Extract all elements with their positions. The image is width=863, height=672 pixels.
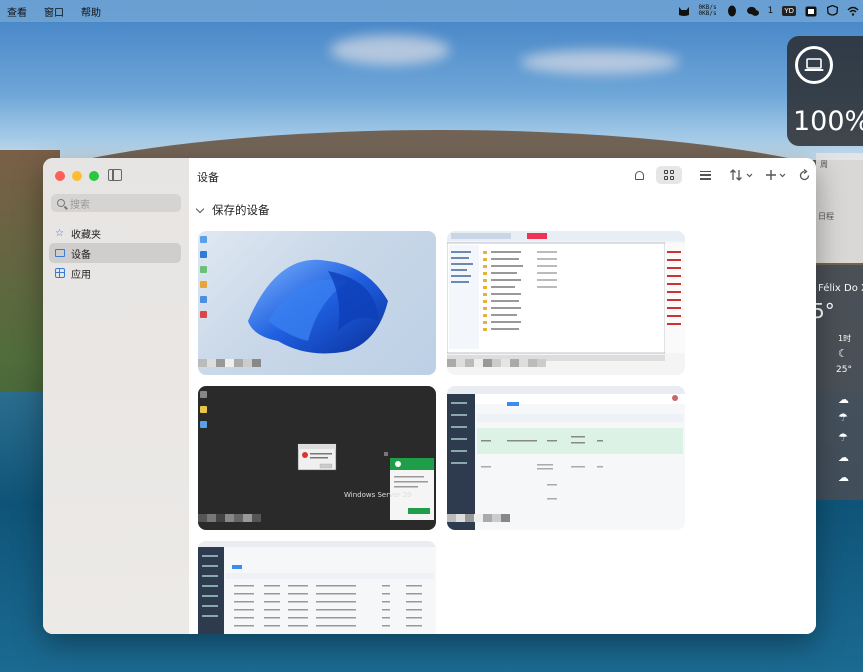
monitor-icon: [54, 248, 65, 259]
grid-view-button[interactable]: [656, 166, 682, 184]
search-field[interactable]: 搜索: [51, 194, 181, 212]
sort-button[interactable]: [728, 166, 754, 184]
search-icon: [57, 199, 65, 207]
chevron-down-icon: [195, 204, 205, 213]
toolbar-area: 设备: [189, 158, 816, 192]
windows-11-bloom-image: [248, 259, 388, 354]
web-admin-screenshot: [447, 386, 685, 530]
main-content: 设备 保存的设备 Windows Server 20: [189, 158, 816, 634]
rain-icon: ☂: [838, 431, 848, 444]
page-title: 设备: [197, 171, 219, 184]
list-icon: [699, 170, 711, 180]
sidebar-item-apps[interactable]: 应用: [49, 263, 181, 283]
menu-window[interactable]: 窗口: [44, 4, 64, 19]
cloud-icon: ☁: [838, 451, 849, 464]
weather-location: Félix Do X: [818, 283, 863, 294]
sidebar-item-favorites[interactable]: ☆ 收藏夹: [49, 223, 181, 243]
device-card-2[interactable]: [447, 231, 685, 375]
add-device-button[interactable]: [764, 166, 788, 184]
device-card-4[interactable]: [447, 386, 685, 530]
partly-cloudy-icon: ☁: [838, 393, 849, 406]
weather-hour-label: 1时: [838, 334, 852, 343]
net-down: 0KB/s: [698, 10, 717, 17]
minimize-button[interactable]: [72, 171, 82, 181]
shield-icon[interactable]: [826, 5, 838, 17]
device-card-3[interactable]: Windows Server 20: [198, 386, 436, 530]
windows-server-label: Windows Server 20: [344, 491, 412, 499]
sidebar-item-devices[interactable]: 设备: [49, 243, 181, 263]
partly-cloudy-icon: ☁: [838, 471, 849, 484]
search-placeholder: 搜索: [70, 199, 90, 211]
sidebar-item-label: 收藏夹: [71, 229, 101, 241]
calendar-widget[interactable]: 周 日程: [816, 153, 863, 263]
zoom-button[interactable]: [89, 171, 99, 181]
sort-icon: [730, 169, 753, 181]
battery-widget: 100%: [787, 36, 863, 146]
penguin-icon[interactable]: [726, 5, 738, 17]
file-explorer-screenshot: [447, 231, 685, 361]
sidebar-item-label: 设备: [71, 249, 91, 261]
star-icon: ☆: [55, 227, 64, 239]
bell-icon[interactable]: [632, 166, 646, 184]
device-card-1[interactable]: [198, 231, 436, 375]
menu-help[interactable]: 帮助: [81, 4, 101, 19]
sidebar: 搜索 ☆ 收藏夹 设备 应用: [43, 158, 190, 634]
rain-icon: ☂: [838, 411, 848, 424]
status-menus: 0KB/s 0KB/s 1 YD: [678, 0, 863, 22]
apps-icon: [54, 268, 65, 279]
window-controls: [55, 171, 99, 181]
close-button[interactable]: [55, 171, 65, 181]
saved-devices-header[interactable]: 保存的设备: [195, 202, 270, 218]
refresh-button[interactable]: [798, 166, 810, 184]
menu-view[interactable]: 查看: [7, 4, 27, 19]
refresh-icon: [799, 169, 809, 181]
grid-icon: [664, 170, 674, 180]
input-method-icon[interactable]: YD: [782, 6, 796, 16]
wifi-icon[interactable]: [847, 5, 859, 17]
server-dialog-screenshot: [297, 443, 434, 520]
calendar-weekday: 周: [820, 160, 828, 169]
wallpaper-cloud: [330, 35, 450, 65]
toolbar: [632, 166, 810, 184]
cat-app-icon[interactable]: [678, 5, 690, 17]
device-name-blurred: [447, 359, 557, 375]
weather-widget[interactable]: Félix Do X 5° 1时 ☾ 25° ☁ ☂ ☂ ☁ ☁: [812, 265, 863, 500]
sidebar-item-label: 应用: [71, 269, 91, 281]
calendar-schedule-label: 日程: [818, 212, 834, 221]
battery-percentage: 100%: [793, 106, 863, 137]
plus-icon: [766, 170, 786, 180]
device-name-blurred: [198, 359, 268, 375]
network-speed[interactable]: 0KB/s 0KB/s: [699, 5, 717, 17]
wallpaper-cloud: [520, 50, 680, 74]
weather-hour-temp: 25°: [836, 365, 852, 375]
laptop-icon: [795, 46, 833, 84]
clipboard-icon[interactable]: [805, 5, 817, 17]
desktop-icons: [200, 236, 208, 318]
section-title: 保存的设备: [212, 203, 270, 217]
device-name-blurred: [198, 514, 268, 530]
moon-icon: ☾: [838, 347, 848, 360]
device-name-blurred: [447, 514, 517, 530]
list-view-button[interactable]: [692, 166, 718, 184]
wechat-badge-count: 1: [767, 6, 774, 16]
device-card-5[interactable]: [198, 541, 436, 634]
devices-window: 搜索 ☆ 收藏夹 设备 应用 设备 保存的设备 Windows Server 2…: [43, 158, 816, 634]
web-table-screenshot: [198, 541, 436, 634]
menu-bar: 查看 窗口 帮助 0KB/s 0KB/s 1 YD: [0, 0, 863, 22]
sidebar-toggle-icon[interactable]: [108, 169, 122, 181]
wechat-icon[interactable]: [746, 5, 759, 17]
